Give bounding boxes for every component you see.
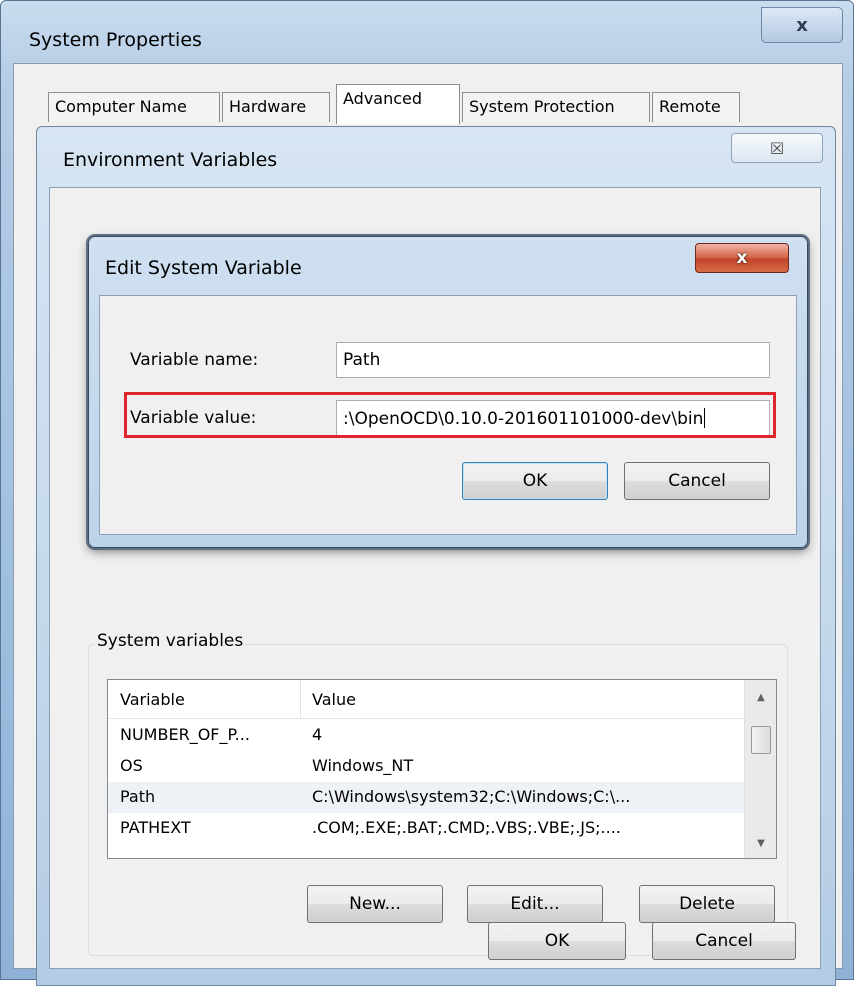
text-caret [704,408,706,428]
edit-system-variable-close-button[interactable]: x [695,243,789,273]
system-variables-label: System variables [95,631,246,651]
row-variable: PATHEXT [120,818,191,837]
variable-name-label: Variable name: [130,350,259,370]
tab-computer-name[interactable]: Computer Name [48,92,220,122]
delete-button[interactable]: Delete [639,885,775,923]
tab-hardware[interactable]: Hardware [222,92,330,122]
row-value: 4 [312,725,323,744]
scroll-up-arrow-icon[interactable]: ▲ [745,682,776,712]
variable-value-label: Variable value: [130,408,257,428]
table-row[interactable]: OS Windows_NT [108,751,744,782]
system-properties-close-button[interactable]: x [761,7,843,43]
scrollbar-thumb[interactable] [751,726,771,754]
environment-variables-close-button[interactable]: ☒ [731,133,823,163]
table-row-selected[interactable]: Path C:\Windows\system32;C:\Windows;C:\.… [108,782,744,813]
vertical-scrollbar[interactable]: ▲ ▼ [744,680,776,858]
system-variables-table[interactable]: Variable Value NUMBER_OF_P... 4 OS Windo… [107,679,777,859]
system-properties-title: System Properties [29,29,202,51]
environment-ok-button[interactable]: OK [488,922,626,960]
tab-advanced[interactable]: Advanced [336,84,460,124]
variable-value-field[interactable]: :\OpenOCD\0.10.0-201601101000-dev\bin [336,400,770,436]
row-value: .COM;.EXE;.BAT;.CMD;.VBS;.VBE;.JS;.... [312,818,621,837]
environment-cancel-button[interactable]: Cancel [652,922,796,960]
table-row[interactable]: PATHEXT .COM;.EXE;.BAT;.CMD;.VBS;.VBE;.J… [108,813,744,844]
edit-system-variable-body: Variable name: Path Variable value: :\Op… [99,295,797,535]
row-value: Windows_NT [312,756,414,775]
tab-remote[interactable]: Remote [652,92,740,122]
close-icon: ☒ [769,138,785,158]
table-header: Variable Value [108,680,744,719]
environment-variables-title: Environment Variables [63,149,278,171]
system-variables-group: System variables Variable Value NUMBER_O… [88,631,788,956]
edit-system-variable-dialog: Edit System Variable x Variable name: Pa… [88,236,808,548]
table-row[interactable]: NUMBER_OF_P... 4 [108,720,744,751]
edit-system-variable-title: Edit System Variable [105,257,302,279]
row-variable: OS [120,756,143,775]
column-header-variable[interactable]: Variable [120,690,185,709]
edit-ok-button[interactable]: OK [462,462,608,500]
close-icon: x [736,248,748,268]
edit-button[interactable]: Edit... [467,885,603,923]
row-value: C:\Windows\system32;C:\Windows;C:\... [312,787,631,806]
edit-cancel-button[interactable]: Cancel [624,462,770,500]
close-icon: x [796,14,808,36]
variable-value-text: :\OpenOCD\0.10.0-201601101000-dev\bin [343,409,704,429]
row-variable: NUMBER_OF_P... [120,725,250,744]
variable-name-value: Path [343,350,381,370]
column-header-value[interactable]: Value [312,690,356,709]
tab-system-protection[interactable]: System Protection [462,92,650,122]
new-button[interactable]: New... [307,885,443,923]
scroll-down-arrow-icon[interactable]: ▼ [745,828,776,858]
column-divider[interactable] [300,680,301,718]
variable-name-field[interactable]: Path [336,342,770,378]
row-variable: Path [120,787,156,806]
